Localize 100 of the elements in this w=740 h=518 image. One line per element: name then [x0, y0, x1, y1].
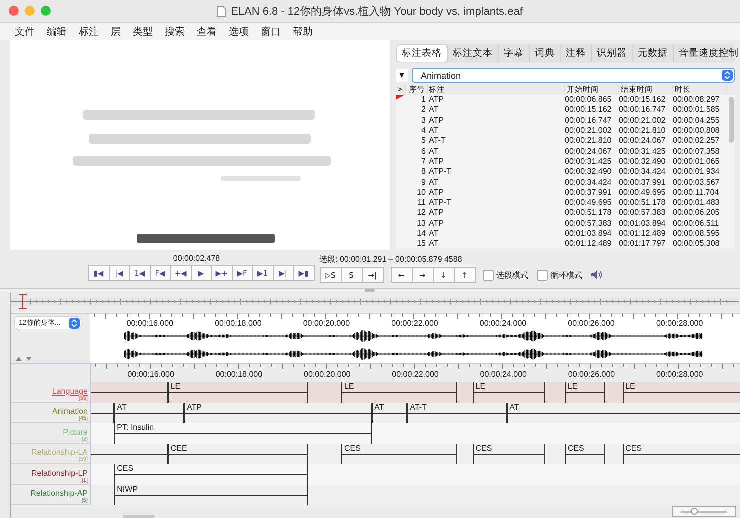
zoom-slider[interactable] — [672, 506, 736, 517]
tab[interactable]: 标注文本 — [448, 45, 499, 62]
table-cell-text: AT-T — [428, 136, 447, 146]
table-cell-text: 00:00:32.490 — [565, 167, 613, 178]
scroll-arrows-icon[interactable] — [15, 356, 33, 362]
menu-item[interactable]: 标注 — [79, 24, 99, 38]
toggle-button[interactable]: ▼ — [396, 69, 408, 82]
menu-item[interactable]: 编辑 — [47, 24, 67, 38]
menu-item[interactable]: 文件 — [15, 24, 35, 38]
overview-ruler-drawing[interactable] — [11, 293, 739, 311]
selection-label: 选段: 00:00:01.291 – 00:00:05.879 4588 — [320, 254, 464, 265]
table-cell-text: 00:00:31.425 — [619, 146, 667, 157]
table-cell-text: 00:00:51.178 — [565, 208, 613, 218]
table-cell-text: AT — [428, 239, 440, 250]
checkbox-label: 循环模式 — [550, 270, 582, 280]
table-cell-text: 10 — [416, 188, 427, 198]
menu-item[interactable]: 搜索 — [165, 24, 185, 38]
speaker-icon[interactable] — [590, 270, 602, 280]
table-cell-text: 00:00:34.424 — [565, 178, 613, 188]
ruler-label: 00:00:16.000 — [128, 370, 174, 379]
table-cell-text: 00:00:07.358 — [673, 146, 721, 157]
zoom-icon[interactable] — [41, 6, 51, 16]
ruler-label: 00:00:16.000 — [126, 319, 174, 328]
table-cell-text: 00:00:24.067 — [619, 136, 667, 146]
table-cell-text: ATP — [428, 188, 445, 198]
table-cell-text: 00:00:16.747 — [619, 105, 667, 116]
table-cell-text: 00:01:03.894 — [565, 229, 613, 239]
checkbox[interactable] — [482, 270, 494, 280]
table-cell-text: ATP — [428, 156, 445, 167]
tab[interactable]: 元数据 — [633, 45, 674, 62]
ruler-label: 00:00:28.000 — [656, 319, 704, 328]
table-cell-text: 00:00:49.695 — [619, 188, 667, 198]
table-cell-text: 00:00:03.567 — [673, 178, 721, 188]
table-cell-text: 00:00:16.747 — [565, 116, 613, 126]
table-cell-text: AT — [428, 178, 440, 188]
table-cell-text: 14 — [416, 229, 427, 239]
table-cell-text: ATP-T — [428, 167, 453, 178]
table-cell-text: 4 — [420, 126, 427, 136]
tab[interactable]: 音量速度控制 — [674, 45, 740, 62]
table-cell-text: 00:00:15.162 — [619, 95, 667, 106]
tier-name[interactable]: Relationship-LP — [32, 468, 88, 478]
table-cell-text: 00:00:21.002 — [565, 126, 613, 136]
annotation-segment[interactable]: NIWP — [114, 484, 308, 505]
table-cell-text: 9 — [420, 178, 427, 188]
table-cell-text: ATP — [428, 218, 445, 229]
tier-dropdown[interactable]: Animation — [412, 68, 735, 83]
splitter-handle[interactable] — [365, 289, 375, 292]
current-time: 00:00:02.478 — [172, 254, 222, 263]
table-cell-text: 00:00:08.297 — [673, 95, 721, 106]
table-cell-text: 00:00:01.065 — [673, 156, 721, 167]
tab[interactable]: 字幕 — [499, 45, 530, 62]
table-cell-text: 5 — [420, 136, 427, 146]
table-cell-text: AT — [428, 105, 440, 116]
stepper-icon[interactable] — [722, 70, 733, 81]
table-cell-text: 00:00:31.425 — [565, 156, 613, 167]
scrollbar[interactable] — [123, 515, 155, 518]
checkbox[interactable] — [536, 270, 548, 280]
tab[interactable]: 词典 — [530, 45, 561, 62]
menu-item[interactable]: 窗口 — [261, 24, 281, 38]
table-cell-text: 00:00:15.162 — [565, 105, 613, 116]
ruler-label: 00:00:18.000 — [215, 319, 262, 328]
table-cell-text: AT — [428, 146, 440, 157]
ruler-label: 00:00:18.000 — [216, 370, 263, 379]
ruler-label: 00:00:26.000 — [568, 370, 616, 379]
ruler-label: 00:00:24.000 — [480, 319, 527, 328]
table-cell-text: 00:00:11.704 — [673, 188, 720, 198]
close-icon[interactable] — [9, 6, 19, 16]
table-cell-text: AT — [428, 229, 440, 239]
ruler-label: 00:00:22.000 — [392, 319, 438, 328]
table-cell-text: 2 — [420, 105, 427, 116]
table-cell-text: 00:00:37.991 — [619, 178, 667, 188]
table-cell-text: 00:00:02.257 — [673, 136, 721, 146]
menu-item[interactable]: 层 — [111, 24, 121, 38]
window-title: ELAN 6.8 - 12你的身体vs.植入物 Your body vs. implants.eaf — [231, 4, 523, 18]
table-cell-text: 00:00:01.585 — [673, 105, 721, 116]
slider-thumb[interactable] — [691, 508, 698, 514]
table-cell-text: ATP — [428, 95, 445, 106]
table-cell-text: 00:00:06.865 — [565, 95, 613, 106]
menu-item[interactable]: 查看 — [197, 24, 217, 38]
table-cell-text: 00:00:04.255 — [673, 116, 721, 126]
menu-item[interactable]: 类型 — [133, 24, 153, 38]
table-cell-text: 8 — [420, 167, 427, 178]
table-cell-text: 6 — [420, 146, 427, 157]
table-cell-text: 00:00:51.178 — [619, 198, 667, 208]
table-cell-text: 1 — [420, 95, 427, 106]
table-cell-text: 00:00:34.424 — [619, 167, 667, 178]
tier-name[interactable]: Animation — [52, 407, 88, 416]
tab[interactable]: 注释 — [561, 45, 592, 62]
tab[interactable]: 识别器 — [592, 45, 633, 62]
table-cell-text: 00:00:21.810 — [619, 126, 667, 136]
menu-item[interactable]: 帮助 — [293, 24, 313, 38]
table-cell-text: 00:00:00.808 — [673, 126, 721, 136]
ruler-label: 00:00:22.000 — [392, 370, 439, 379]
tab[interactable]: 标注表格 — [397, 45, 448, 62]
scrollbar[interactable] — [729, 97, 734, 143]
stepper-icon[interactable] — [69, 318, 80, 328]
menu-item[interactable]: 选项 — [229, 24, 249, 38]
tier-name[interactable]: Relationship-AP — [30, 489, 88, 498]
checkbox-label: 选段模式 — [496, 270, 528, 280]
table-cell-text: 00:00:21.810 — [565, 136, 613, 146]
